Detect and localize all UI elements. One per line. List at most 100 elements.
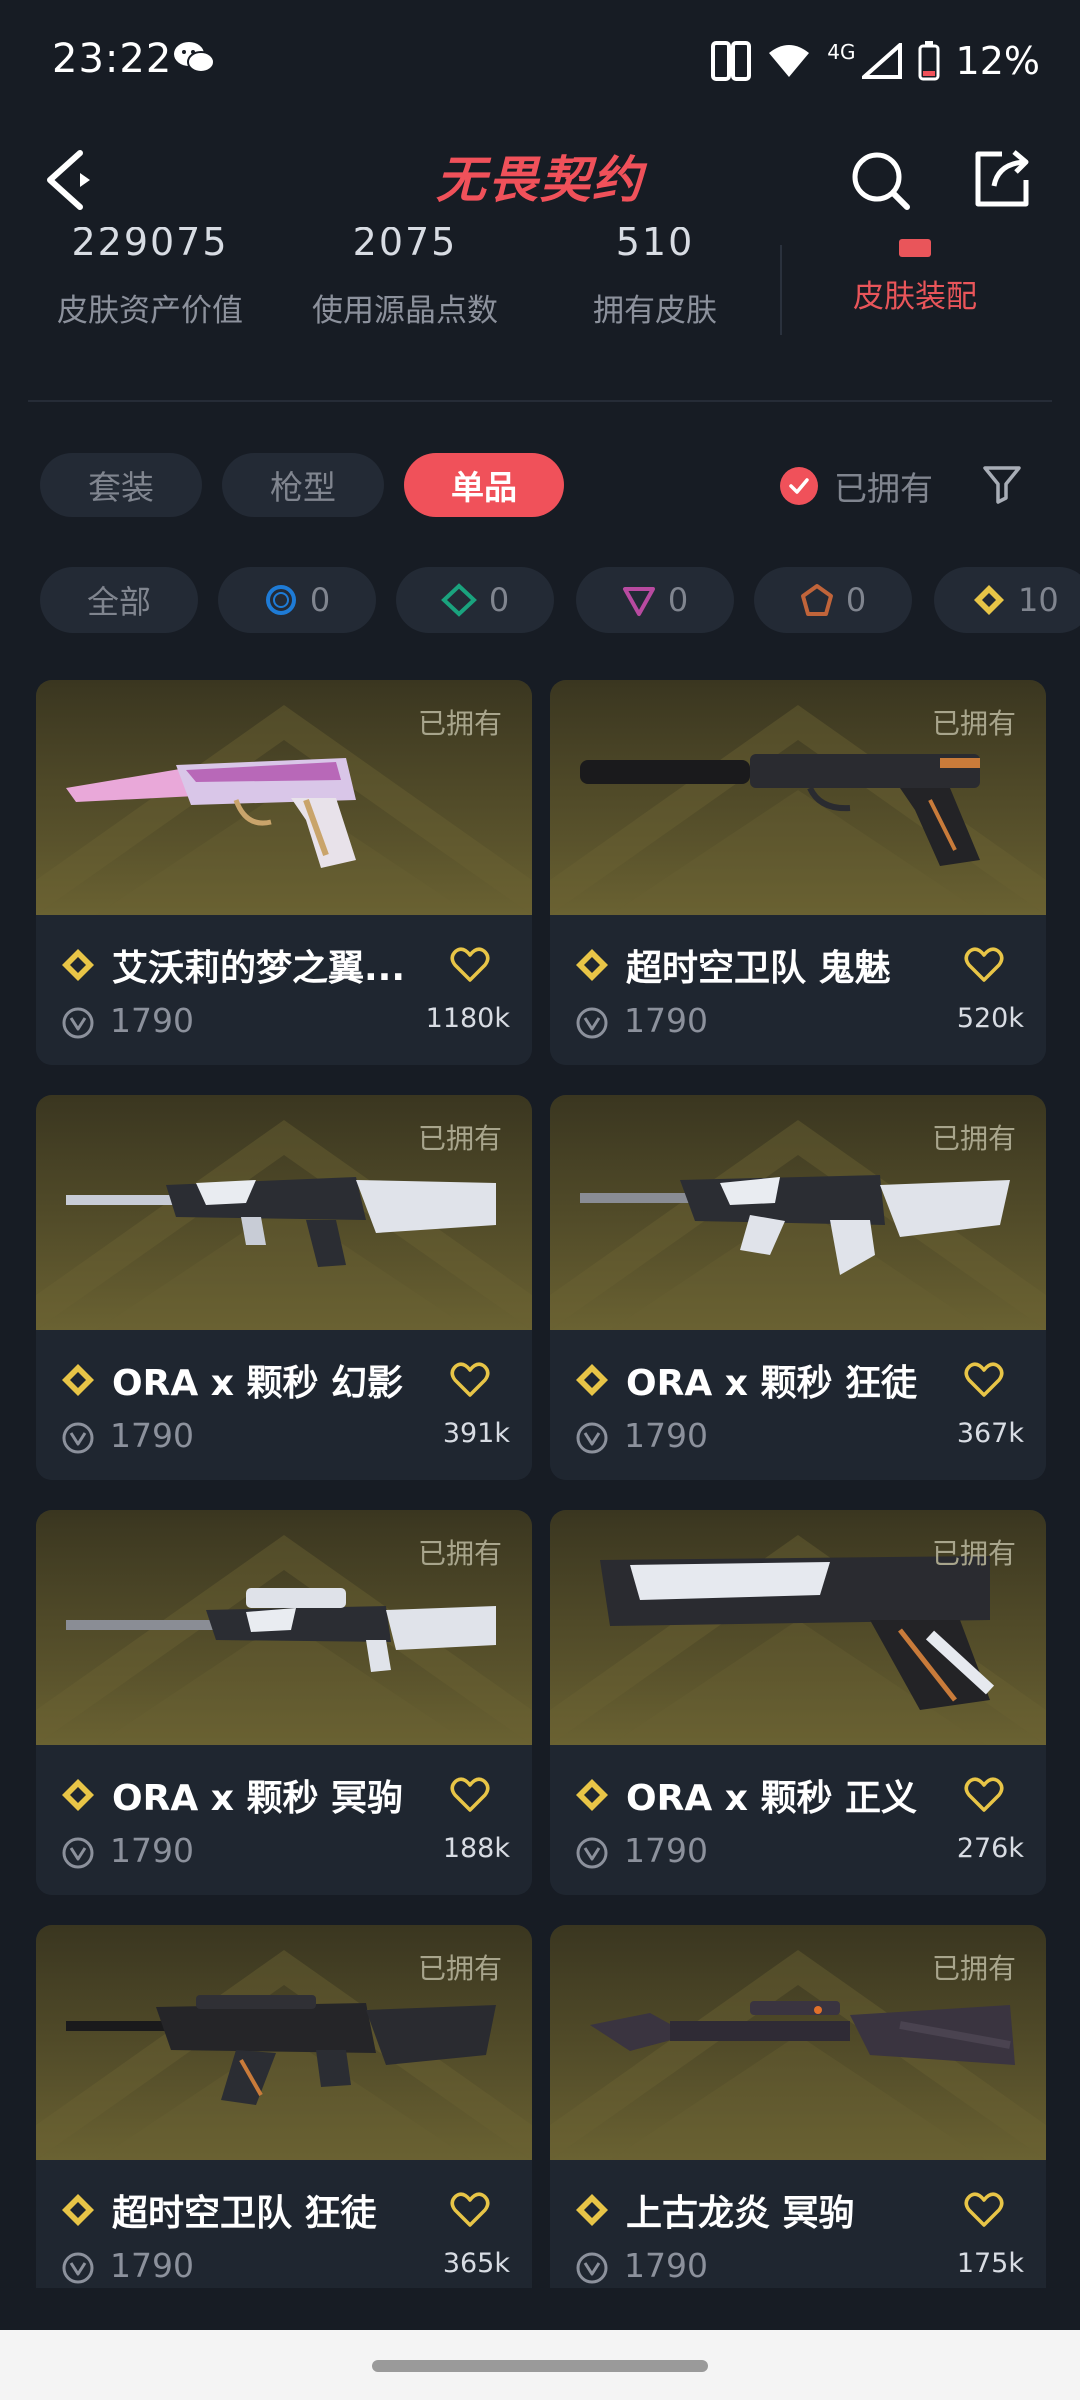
- heart-icon[interactable]: [450, 947, 490, 983]
- tier-count: 0: [845, 581, 867, 619]
- like-count: 391k: [442, 1418, 510, 1449]
- loadout-icon: [899, 239, 931, 257]
- skin-card[interactable]: 已拥有 ORA x 颗秒 冥驹 1790 188k: [36, 1510, 532, 1895]
- like-count: 1180k: [425, 1003, 510, 1034]
- exclusive-tier-icon: [576, 949, 608, 981]
- tier-filter-all[interactable]: 全部: [40, 567, 198, 633]
- skin-name: 超时空卫队 狂徒: [112, 2193, 377, 2234]
- share-icon[interactable]: [972, 148, 1032, 210]
- heart-icon[interactable]: [964, 2192, 1004, 2228]
- like-count: 365k: [442, 2248, 510, 2279]
- stat-label: 使用源晶点数: [312, 293, 498, 329]
- tier-filter-deluxe[interactable]: 0: [396, 567, 554, 633]
- like-count: 276k: [956, 1833, 1024, 1864]
- card-info: 上古龙炎 冥驹 1790 175k: [550, 2160, 1046, 2288]
- like-count: 520k: [956, 1003, 1024, 1034]
- battery-percent: 12%: [955, 39, 1040, 83]
- divider: [28, 400, 1052, 402]
- owned-tag: 已拥有: [417, 1537, 502, 1570]
- heart-icon[interactable]: [450, 1777, 490, 1813]
- stat-owned-skins: 510 拥有皮肤: [570, 227, 740, 330]
- tab-weapon-types[interactable]: 枪型: [222, 453, 384, 517]
- top-bar: 无畏契约: [0, 125, 1080, 235]
- skin-card[interactable]: 已拥有上古龙炎 冥驹 1790 175k: [550, 1925, 1046, 2288]
- skin-card[interactable]: 已拥有 ORA x 颗秒 正义 1790 276k: [550, 1510, 1046, 1895]
- valorant-points-icon: [62, 2252, 94, 2284]
- skin-price: 1790: [110, 1001, 194, 1040]
- heart-icon[interactable]: [964, 947, 1004, 983]
- card-info: 超时空卫队 鬼魅 1790 520k: [550, 915, 1046, 1065]
- skin-loadout-button[interactable]: 皮肤装配: [830, 235, 1000, 316]
- skin-card[interactable]: 已拥有 超时空卫队 狂徒 1790 365k: [36, 1925, 532, 2288]
- card-image-area: 已拥有: [36, 1925, 532, 2160]
- divider: [780, 245, 782, 335]
- status-icons: 4G 12%: [711, 36, 1040, 86]
- stat-label: 拥有皮肤: [593, 293, 717, 329]
- card-info: 超时空卫队 狂徒 1790 365k: [36, 2160, 532, 2288]
- valorant-points-icon: [576, 1007, 608, 1039]
- tier-count: 0: [667, 581, 689, 619]
- ultra-tier-icon: [800, 584, 833, 616]
- stat-label: 皮肤装配: [853, 279, 977, 315]
- card-image-area: 已拥有: [550, 1925, 1046, 2160]
- like-count: 188k: [442, 1833, 510, 1864]
- tier-filter-row: 全部 0 0 0 0 10: [0, 567, 1080, 637]
- skin-card[interactable]: 已拥有 ORA x 颗秒 幻影 1790 391k: [36, 1095, 532, 1480]
- like-count: 367k: [956, 1418, 1024, 1449]
- category-tabs: 套装 枪型 单品 已拥有: [0, 450, 1080, 520]
- skin-name: 上古龙炎 冥驹: [626, 2193, 855, 2234]
- status-time: 23:22: [52, 36, 173, 82]
- deluxe-tier-icon: [440, 583, 477, 617]
- valorant-points-icon: [62, 1007, 94, 1039]
- skin-price: 1790: [110, 1416, 194, 1455]
- battery-icon: [918, 41, 940, 81]
- tier-filter-select[interactable]: 0: [218, 567, 376, 633]
- heart-icon[interactable]: [450, 1362, 490, 1398]
- card-image-area: 已拥有: [36, 1095, 532, 1330]
- filter-icon[interactable]: [982, 464, 1022, 504]
- premium-tier-icon: [622, 587, 655, 616]
- valorant-points-icon: [576, 1422, 608, 1454]
- card-image-area: 已拥有: [36, 680, 532, 915]
- tier-count: 10: [1018, 581, 1059, 619]
- like-count: 175k: [956, 2248, 1024, 2279]
- owned-tag: 已拥有: [931, 1952, 1016, 1985]
- search-icon[interactable]: [850, 150, 912, 212]
- tier-filter-exclusive[interactable]: 10: [934, 567, 1080, 633]
- skin-card[interactable]: 已拥有艾沃莉的梦之翼... 1790 1180k: [36, 680, 532, 1065]
- skin-name: ORA x 颗秒 冥驹: [112, 1778, 404, 1819]
- exclusive-tier-icon: [576, 1779, 608, 1811]
- card-image-area: 已拥有: [550, 1095, 1046, 1330]
- card-info: ORA x 颗秒 正义 1790 276k: [550, 1745, 1046, 1895]
- owned-filter-toggle[interactable]: 已拥有: [780, 462, 933, 510]
- heart-icon[interactable]: [964, 1362, 1004, 1398]
- heart-icon[interactable]: [964, 1777, 1004, 1813]
- tab-bundles[interactable]: 套装: [40, 453, 202, 517]
- tier-filter-premium[interactable]: 0: [576, 567, 734, 633]
- tier-count: 0: [488, 581, 510, 619]
- exclusive-tier-icon: [974, 585, 1004, 615]
- select-tier-icon: [265, 585, 296, 615]
- skin-card[interactable]: 已拥有 ORA x 颗秒 狂徒 1790 367k: [550, 1095, 1046, 1480]
- owned-tag: 已拥有: [417, 707, 502, 740]
- skin-grid: 已拥有 艾沃莉的梦之翼... 1790 1180k 已拥有 超时空卫队 鬼魅 1790 520…: [0, 680, 1080, 2288]
- stat-value: 2075: [352, 227, 458, 264]
- card-info: 艾沃莉的梦之翼... 1790 1180k: [36, 915, 532, 1065]
- exclusive-tier-icon: [576, 1364, 608, 1396]
- home-indicator[interactable]: [372, 2360, 708, 2372]
- tab-single-items[interactable]: 单品: [404, 453, 564, 517]
- stats-row: 229075 皮肤资产价值 2075 使用源晶点数 510 拥有皮肤 皮肤装配: [0, 227, 1080, 385]
- tier-filter-ultra[interactable]: 0: [754, 567, 912, 633]
- back-icon[interactable]: [40, 147, 100, 213]
- card-image-area: 已拥有: [36, 1510, 532, 1745]
- stat-label: 皮肤资产价值: [57, 293, 243, 329]
- exclusive-tier-icon: [576, 2194, 608, 2226]
- check-icon: [780, 467, 818, 505]
- card-info: ORA x 颗秒 冥驹 1790 188k: [36, 1745, 532, 1895]
- nfc-icon: [711, 41, 752, 81]
- skin-price: 1790: [624, 1416, 708, 1455]
- stat-value: 510: [615, 227, 695, 264]
- skin-card[interactable]: 已拥有 超时空卫队 鬼魅 1790 520k: [550, 680, 1046, 1065]
- skin-name: 艾沃莉的梦之翼...: [112, 948, 406, 989]
- heart-icon[interactable]: [450, 2192, 490, 2228]
